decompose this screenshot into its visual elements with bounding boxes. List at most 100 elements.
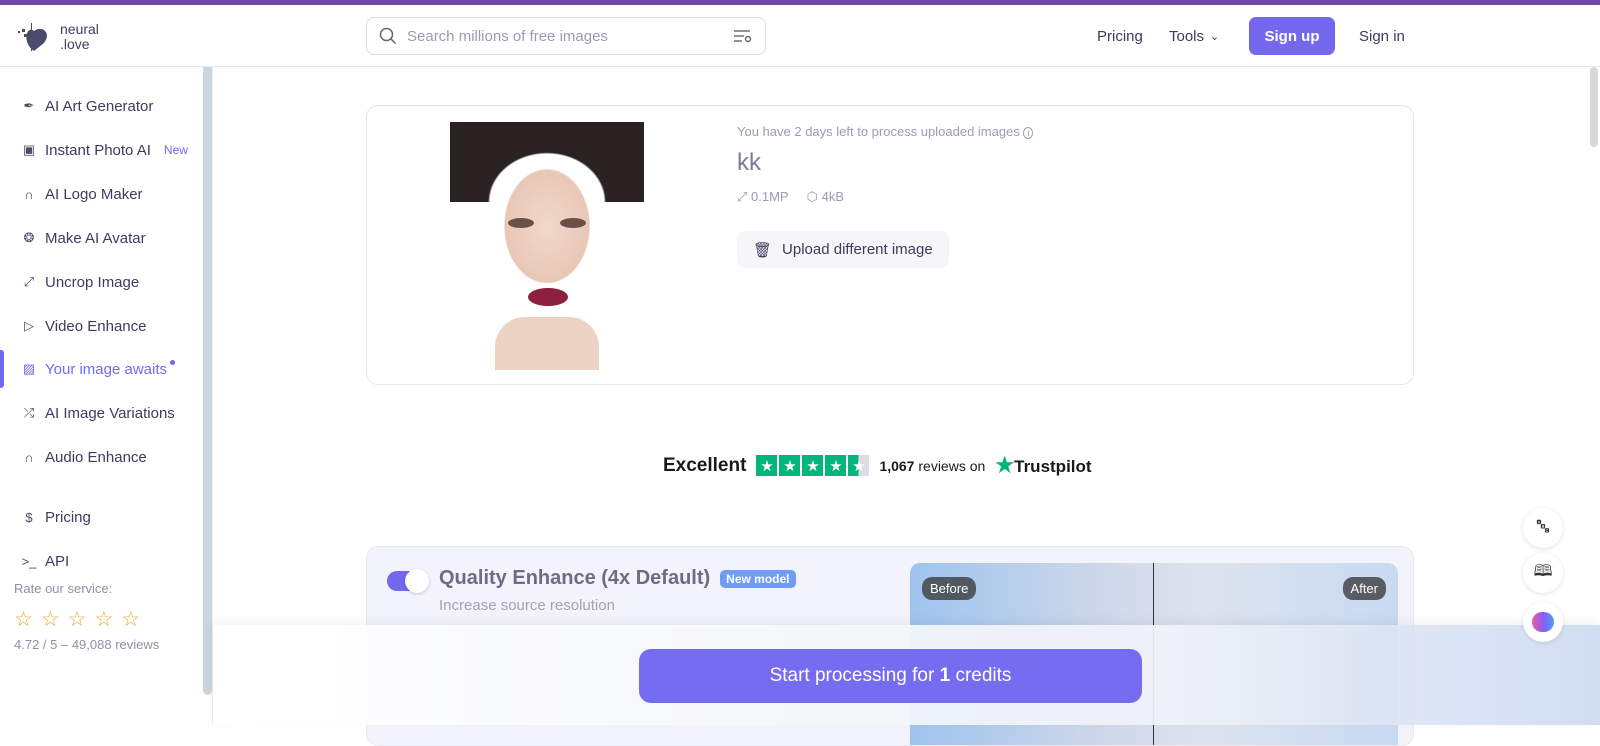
chevron-down-icon: ⌄ [1210, 30, 1220, 43]
star-icon[interactable]: ☆ [121, 607, 140, 632]
sidebar-item-label: AI Logo Maker [45, 185, 143, 203]
expand-icon: ⤢ [23, 274, 35, 289]
trustpilot-brand: Trustpilot [1014, 457, 1092, 476]
header: neural.love Pricing Tools ⌄ Sign up Sign … [0, 5, 1600, 67]
nav-pricing[interactable]: Pricing [1097, 17, 1143, 55]
search-bar[interactable] [366, 17, 766, 55]
star-icon[interactable]: ☆ [94, 607, 113, 632]
dollar-icon: $ [25, 509, 33, 525]
filter-settings-icon[interactable] [733, 28, 753, 44]
star-icon[interactable]: ☆ [68, 607, 87, 632]
star-icon[interactable]: ☆ [14, 607, 33, 632]
trustpilot-stars: ★ ★ ★ ★ ★ [756, 455, 870, 476]
uploaded-image-card: You have 2 days left to process uploaded… [366, 105, 1414, 385]
before-label: Before [922, 577, 977, 600]
play-icon: ▷ [24, 318, 34, 333]
sidebar-item-ai-logo-maker[interactable]: ∩ AI Logo Maker [0, 179, 200, 209]
sidebar-item-label: Audio Enhance [45, 448, 147, 466]
trustpilot-star-icon: ★ [995, 454, 1015, 477]
sign-in-link[interactable]: Sign in [1359, 17, 1405, 55]
reviews-on-text: reviews on [918, 457, 986, 474]
search-icon [379, 27, 397, 45]
after-label: After [1342, 577, 1386, 600]
rate-label: Rate our service: [14, 581, 113, 596]
notification-dot [170, 359, 176, 365]
new-model-badge: New model [720, 569, 796, 588]
half-star-icon: ★ [848, 455, 870, 476]
quality-enhance-toggle[interactable] [387, 569, 429, 593]
star-icon: ★ [779, 455, 801, 476]
uploaded-image [450, 122, 644, 370]
sidebar-item-label: AI Art Generator [45, 97, 154, 115]
sidebar-item-ai-art-generator[interactable]: ✒ AI Art Generator [0, 91, 200, 121]
heart-logo-icon [18, 23, 47, 51]
nav-tools-label: Tools [1169, 27, 1205, 45]
cube-icon: ⬡ [806, 189, 818, 204]
sidebar: ✒ AI Art Generator ▣ Instant Photo AI New ∩… [0, 67, 213, 725]
star-icon[interactable]: ☆ [41, 607, 60, 632]
sidebar-item-pricing[interactable]: $ Pricing [0, 502, 200, 532]
sidebar-item-ai-image-variations[interactable]: ⤮ AI Image Variations [0, 398, 200, 428]
brain-icon [1532, 612, 1554, 632]
sidebar-item-label: AI Image Variations [45, 404, 175, 422]
sidebar-item-instant-photo-ai[interactable]: ▣ Instant Photo AI New [0, 135, 200, 165]
new-badge: New [163, 143, 188, 157]
upload-button-label: Upload different image [782, 241, 933, 258]
info-icon[interactable]: i [1023, 127, 1034, 139]
expand-icon: ⤢ [737, 189, 748, 204]
book-icon: 🕮︎ [1533, 562, 1553, 580]
image-preview [383, 122, 713, 370]
sidebar-item-make-ai-avatar[interactable]: ❂ Make AI Avatar [0, 223, 200, 253]
trash-icon: 🗑︎ [753, 241, 773, 259]
sidebar-item-uncrop-image[interactable]: ⤢ Uncrop Image [0, 267, 200, 297]
headphones-icon: ∩ [24, 449, 34, 465]
logo-text-line2: .love [60, 36, 90, 52]
logo-text-line1: neural [60, 21, 99, 37]
feather-icon: ✒ [23, 98, 35, 113]
terminal-icon: >_ [21, 553, 37, 569]
logo[interactable]: neural .love [14, 19, 99, 55]
star-icon: ★ [756, 455, 778, 476]
rainbow-icon: ∩ [24, 186, 34, 202]
upload-different-image-button[interactable]: 🗑︎ Upload different image [737, 231, 949, 268]
reader-button[interactable]: 🕮︎ [1523, 553, 1563, 593]
review-count: 1,067 [879, 457, 915, 474]
sidebar-item-label: Make AI Avatar [45, 229, 146, 247]
start-processing-button[interactable]: Start processing for 1 credits [639, 649, 1142, 703]
page-scrollbar[interactable] [1590, 67, 1598, 147]
sidebar-item-video-enhance[interactable]: ▷ Video Enhance [0, 311, 200, 341]
ai-assistant-button[interactable] [1523, 602, 1563, 642]
sidebar-item-label: Your image awaits [45, 360, 168, 378]
file-name: kk [737, 149, 761, 176]
trustpilot-rating-word: Excellent [663, 454, 747, 476]
sidebar-item-label: Video Enhance [45, 317, 147, 335]
rating-summary: 4.72 / 5 – 49,088 reviews [14, 637, 160, 652]
translate-button[interactable]: 🔤︎ [1523, 508, 1563, 548]
aperture-icon: ❂ [23, 230, 35, 245]
sidebar-item-label: API [45, 552, 70, 570]
expiry-notice: You have 2 days left to process uploaded… [737, 124, 1034, 139]
shuffle-icon: ⤮ [23, 405, 35, 420]
search-input[interactable] [407, 27, 723, 45]
camera-icon: ▣ [22, 142, 36, 157]
sign-up-button[interactable]: Sign up [1249, 17, 1335, 55]
trustpilot-widget[interactable]: Excellent ★ ★ ★ ★ ★ 1,067 reviews on ★Trustp… [663, 453, 1092, 478]
sidebar-scrollbar[interactable] [203, 67, 212, 695]
sidebar-item-label: Uncrop Image [45, 273, 140, 291]
resolution-info: ⤢ 0.1MP [737, 189, 789, 204]
sidebar-item-audio-enhance[interactable]: ∩ Audio Enhance [0, 442, 200, 472]
credit-count: 1 [939, 665, 951, 686]
start-label: Start processing for [769, 665, 940, 686]
sidebar-item-api[interactable]: >_ API [0, 546, 200, 576]
sidebar-item-label: Instant Photo AI [45, 141, 151, 159]
image-icon: ▨ [22, 361, 36, 376]
section-subtitle: Increase source resolution [439, 597, 615, 614]
star-icon: ★ [825, 455, 847, 476]
section-title: Quality Enhance (4x Default) [439, 567, 711, 589]
nav-tools[interactable]: Tools ⌄ [1169, 17, 1219, 55]
credits-label: credits [950, 665, 1012, 686]
sidebar-item-label: Pricing [45, 508, 91, 526]
size-info: ⬡ 4kB [806, 189, 844, 204]
rating-stars[interactable]: ☆ ☆ ☆ ☆ ☆ [14, 607, 140, 632]
sidebar-item-your-image-awaits[interactable]: ▨ Your image awaits [0, 350, 200, 388]
